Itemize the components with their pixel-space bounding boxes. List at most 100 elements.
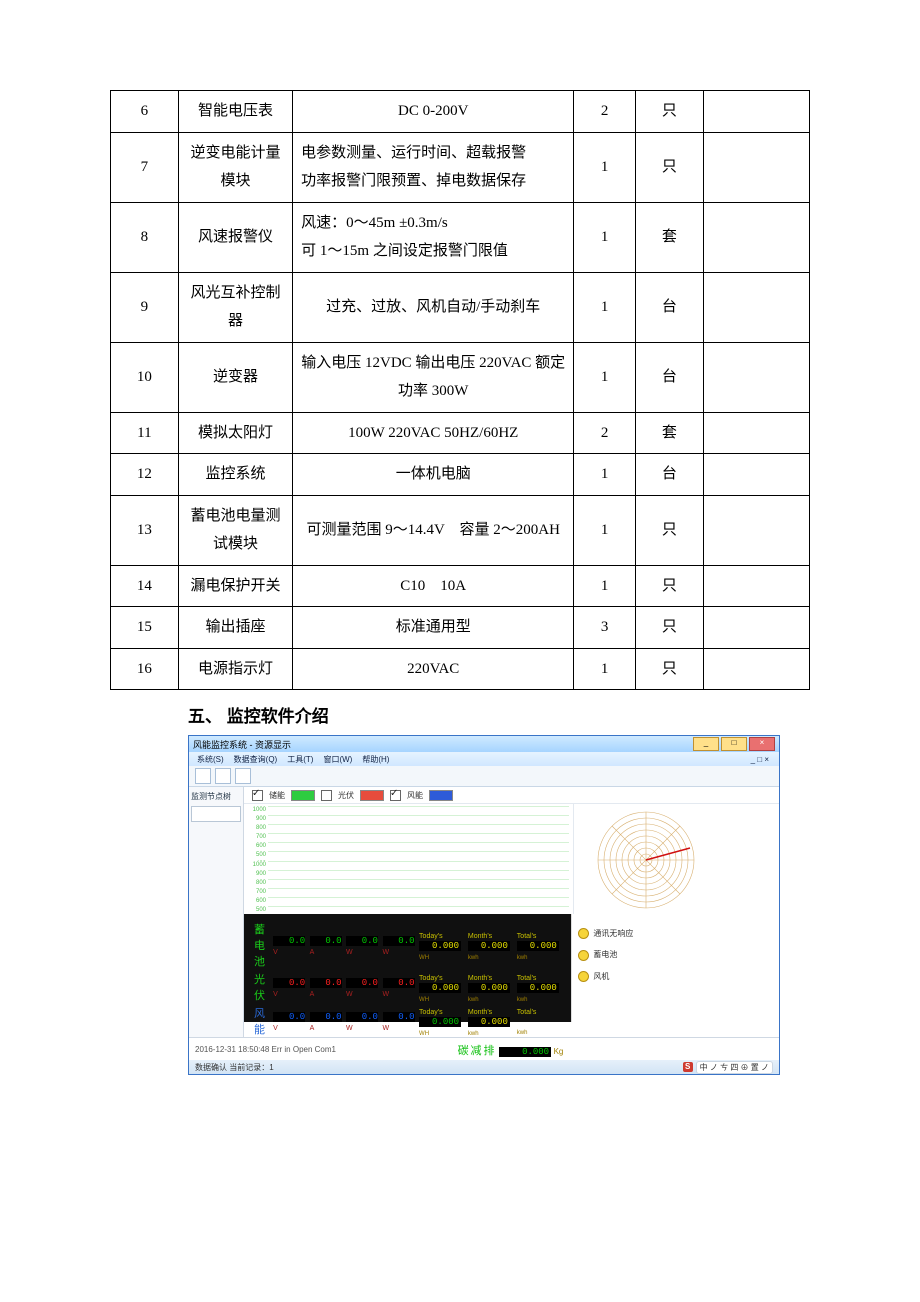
table-cell: 监控系统 — [178, 454, 292, 496]
metric-unit: A — [310, 991, 315, 998]
energy-period: Total's — [517, 1009, 537, 1016]
status-bar: 数据确认 当前记录：1 S 中 ノ ㄘ 四 ⊕ 置 ノ — [189, 1060, 779, 1074]
metric-row: 风 能0.0V0.0A0.0W0.0WToday's0.000WHMonth's… — [252, 1004, 563, 1038]
table-cell: 台 — [636, 454, 704, 496]
mdi-close-icon[interactable]: _ □ × — [751, 755, 769, 764]
table-row: 8风速报警仪风速：0～45m ±0.3m/s可 1～15m 之间设定报警门限值1… — [111, 202, 810, 272]
table-row: 10逆变器输入电压 12VDC 输出电压 220VAC 额定功率 300W1台 — [111, 342, 810, 412]
metric-label: 光 伏 — [252, 970, 271, 1004]
table-cell: 输出插座 — [178, 607, 292, 649]
metric-value: 0.0 — [273, 1012, 305, 1022]
table-cell: 1 — [574, 495, 636, 565]
energy-value: 0.000 — [419, 983, 461, 993]
energy-value: 0.000 — [419, 941, 461, 951]
metric-value: 0.0 — [346, 1012, 378, 1022]
ime-icon[interactable]: S — [683, 1062, 693, 1072]
metric-unit: W — [383, 949, 390, 956]
line-chart: 10009008007006005004003002001000 — [246, 806, 571, 857]
energy-unit: kwh — [468, 955, 479, 961]
table-cell: 1 — [574, 202, 636, 272]
table-cell: 15 — [111, 607, 179, 649]
energy-value: 0.000 — [468, 983, 510, 993]
legend-label: 储能 — [269, 790, 285, 801]
toolbar-button[interactable] — [235, 768, 251, 784]
energy-period: Today's — [419, 975, 443, 982]
y-tick: 900 — [246, 870, 266, 879]
metric-row: 光 伏0.0V0.0A0.0W0.0WToday's0.000WHMonth's… — [252, 970, 563, 1004]
energy-value: 0.000 — [468, 1017, 510, 1027]
status-led-icon — [578, 928, 589, 939]
y-tick: 900 — [246, 815, 266, 824]
table-cell: 套 — [636, 202, 704, 272]
menu-item[interactable]: 工具(T) — [287, 754, 313, 765]
table-cell: 电参数测量、运行时间、超载报警功率报警门限预置、掉电数据保存 — [293, 132, 574, 202]
table-cell: 只 — [636, 565, 704, 607]
table-cell — [703, 607, 809, 649]
toolbar-button[interactable] — [215, 768, 231, 784]
legend-row: 储能光伏风能 — [244, 787, 779, 804]
table-row: 16电源指示灯220VAC1只 — [111, 648, 810, 690]
energy-unit: WH — [419, 1031, 429, 1037]
close-button[interactable]: × — [749, 737, 775, 751]
metric-value: 0.0 — [273, 936, 305, 946]
window-title: 风能监控系统 - 资源显示 — [193, 738, 291, 751]
table-cell: 只 — [636, 495, 704, 565]
tree-node[interactable] — [191, 806, 241, 822]
status-label: 蓄电池 — [593, 950, 617, 959]
menu-item[interactable]: 帮助(H) — [362, 754, 389, 765]
metric-unit: W — [383, 991, 390, 998]
table-cell: 蓄电池电量测试模块 — [178, 495, 292, 565]
status-item: 风机 — [578, 971, 773, 982]
statusbar-text: 数据确认 当前记录：1 — [195, 1062, 274, 1073]
menu-item[interactable]: 窗口(W) — [323, 754, 352, 765]
table-cell: 漏电保护开关 — [178, 565, 292, 607]
minimize-button[interactable]: _ — [693, 737, 719, 751]
y-tick: 1000 — [246, 806, 266, 815]
status-label: 通讯无响应 — [593, 929, 633, 938]
table-cell — [703, 495, 809, 565]
energy-period: Today's — [419, 933, 443, 940]
energy-unit: WH — [419, 997, 429, 1003]
table-cell: 过充、过放、风机自动/手动刹车 — [293, 272, 574, 342]
legend-checkbox[interactable] — [390, 790, 401, 801]
table-cell — [703, 565, 809, 607]
table-cell: 1 — [574, 648, 636, 690]
metric-label: 蓄电池 — [252, 920, 271, 970]
legend-checkbox[interactable] — [252, 790, 263, 801]
y-tick: 800 — [246, 824, 266, 833]
energy-period: Month's — [468, 975, 492, 982]
y-tick: 600 — [246, 842, 266, 851]
software-screenshot: 风能监控系统 - 资源显示 _ □ × 系统(S) 数据查询(Q) 工具(T) … — [188, 735, 780, 1075]
energy-period: Today's — [419, 1009, 443, 1016]
table-row: 13蓄电池电量测试模块可测量范围 9～14.4V 容量 2～200AH1只 — [111, 495, 810, 565]
table-cell — [703, 202, 809, 272]
tree-sidebar: 监测节点树 — [189, 787, 244, 1037]
table-cell: 1 — [574, 454, 636, 496]
metric-unit: A — [310, 949, 315, 956]
table-cell: 14 — [111, 565, 179, 607]
maximize-button[interactable]: □ — [721, 737, 747, 751]
table-cell: 6 — [111, 91, 179, 133]
table-row: 9风光互补控制器过充、过放、风机自动/手动刹车1台 — [111, 272, 810, 342]
table-cell: 模拟太阳灯 — [178, 412, 292, 454]
table-cell: 3 — [574, 607, 636, 649]
polar-chart — [574, 804, 779, 914]
table-cell: 只 — [636, 132, 704, 202]
ime-bar[interactable]: 中 ノ ㄘ 四 ⊕ 置 ノ — [696, 1061, 773, 1074]
menu-item[interactable]: 数据查询(Q) — [234, 754, 278, 765]
table-row: 6智能电压表DC 0-200V2只 — [111, 91, 810, 133]
table-cell: 只 — [636, 648, 704, 690]
y-tick: 800 — [246, 879, 266, 888]
energy-unit: kwh — [517, 955, 528, 961]
table-row: 15输出插座标准通用型3只 — [111, 607, 810, 649]
menu-item[interactable]: 系统(S) — [197, 754, 224, 765]
table-cell: 套 — [636, 412, 704, 454]
carbon-unit: Kg — [554, 1047, 564, 1056]
spec-table: 6智能电压表DC 0-200V2只7逆变电能计量模块电参数测量、运行时间、超载报… — [110, 90, 810, 690]
table-cell — [703, 412, 809, 454]
table-row: 14漏电保护开关C10 10A1只 — [111, 565, 810, 607]
toolbar-button[interactable] — [195, 768, 211, 784]
legend-checkbox[interactable] — [321, 790, 332, 801]
energy-period: Month's — [468, 933, 492, 940]
metric-unit: W — [346, 1025, 353, 1032]
